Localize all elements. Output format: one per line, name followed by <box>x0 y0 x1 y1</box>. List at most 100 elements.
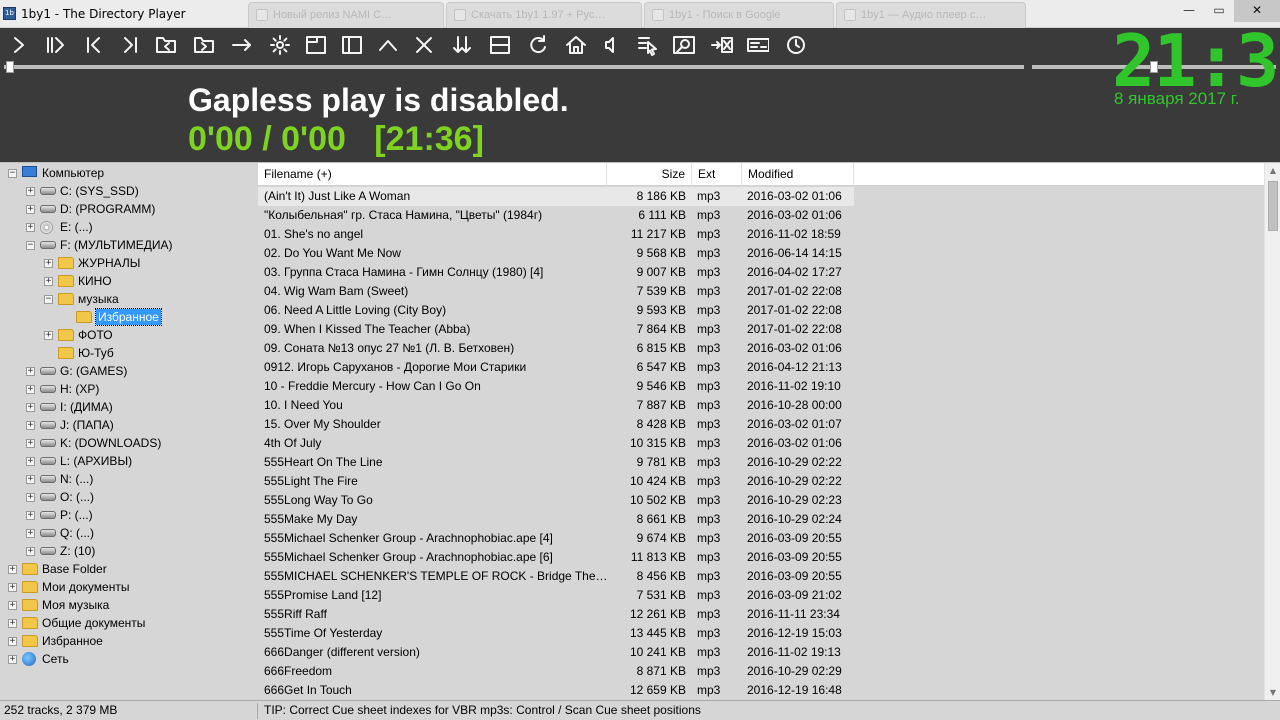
file-row[interactable]: 555Riff Raff 12 261 KB mp3 2016-11-11 23:34 <box>258 605 854 624</box>
expand-plus-icon[interactable]: + <box>26 367 35 376</box>
expand-plus-icon[interactable]: + <box>26 187 35 196</box>
file-row[interactable]: 555Michael Schenker Group - Arachnophobi… <box>258 548 854 567</box>
seek-handle[interactable] <box>6 61 14 73</box>
file-row[interactable]: 666Get In Touch 12 659 KB mp3 2016-12-19 16… <box>258 681 854 700</box>
tree-item[interactable]: + Мои документы <box>0 578 258 596</box>
scrollbar-thumb[interactable] <box>1268 181 1278 231</box>
sort-down-icon[interactable] <box>448 31 476 59</box>
tree-item[interactable]: + ФОТО <box>0 326 258 344</box>
tree-item[interactable]: + E: (...) <box>0 218 258 236</box>
search-icon[interactable] <box>670 31 698 59</box>
tree-item[interactable]: + Общие документы <box>0 614 258 632</box>
tree-item[interactable]: − F: (МУЛЬТИМЕДИА) <box>0 236 258 254</box>
expand-plus-icon[interactable]: + <box>8 601 17 610</box>
expand-plus-icon[interactable]: + <box>8 565 17 574</box>
expand-plus-icon[interactable]: + <box>8 619 17 628</box>
collapse-minus-icon[interactable]: − <box>26 241 35 250</box>
column-header-ext[interactable]: Ext <box>692 163 742 186</box>
file-row[interactable]: 09. When I Kissed The Teacher (Abba) 7 86… <box>258 320 854 339</box>
tree-item[interactable]: + Избранное <box>0 632 258 650</box>
file-row[interactable]: 666Danger (different version) 10 241 KB mp… <box>258 643 854 662</box>
expand-plus-icon[interactable]: + <box>26 511 35 520</box>
tree-item[interactable]: + Сеть <box>0 650 258 668</box>
file-row[interactable]: 555Long Way To Go 10 502 KB mp3 2016-10-29 … <box>258 491 854 510</box>
vertical-scrollbar[interactable]: ▲ ▼ <box>1264 163 1280 700</box>
expand-plus-icon[interactable]: + <box>8 655 17 664</box>
file-row[interactable]: 666Freedom 8 871 KB mp3 2016-10-29 02:29 <box>258 662 854 681</box>
side-panel-icon[interactable] <box>338 31 366 59</box>
select-cursor-icon[interactable] <box>634 31 662 59</box>
expand-plus-icon[interactable]: + <box>8 583 17 592</box>
expand-plus-icon[interactable]: + <box>26 205 35 214</box>
file-row[interactable]: 03. Группа Стаса Намина - Гимн Солнцу (1… <box>258 263 854 282</box>
window-layout-icon[interactable] <box>302 31 330 59</box>
play-icon[interactable] <box>4 31 32 59</box>
split-view-icon[interactable] <box>486 31 514 59</box>
browser-tab-3[interactable]: 1by1 - Поиск в Google <box>644 2 834 28</box>
tree-item[interactable]: + N: (...) <box>0 470 258 488</box>
file-row[interactable]: 15. Over My Shoulder 8 428 KB mp3 2016-03-0… <box>258 415 854 434</box>
tree-item[interactable]: + ЖУРНАЛЫ <box>0 254 258 272</box>
browser-tab-2[interactable]: Скачать 1by1 1.97 + Рус… <box>446 2 642 28</box>
column-header-modified[interactable]: Modified <box>742 163 854 186</box>
file-row[interactable]: 04. Wig Wam Bam (Sweet) 7 539 KB mp3 2017-0… <box>258 282 854 301</box>
timer-icon[interactable] <box>782 31 810 59</box>
file-row[interactable]: 555Promise Land [12] 7 531 KB mp3 2016-03-0… <box>258 586 854 605</box>
expand-plus-icon[interactable]: + <box>8 637 17 646</box>
file-row[interactable]: 555Make My Day 8 661 KB mp3 2016-10-29 02:2… <box>258 510 854 529</box>
tree-item[interactable]: + L: (АРХИВЫ) <box>0 452 258 470</box>
file-row[interactable]: 555MICHAEL SCHENKER'S TEMPLE OF ROCK - B… <box>258 567 854 586</box>
expand-plus-icon[interactable]: + <box>26 223 35 232</box>
expand-plus-icon[interactable]: + <box>26 547 35 556</box>
file-row[interactable]: 555Time Of Yesterday 13 445 KB mp3 2016-12-… <box>258 624 854 643</box>
speaker-icon[interactable] <box>598 31 626 59</box>
tree-item[interactable]: − музыка <box>0 290 258 308</box>
tree-item[interactable]: − Компьютер <box>0 164 258 182</box>
next-icon[interactable] <box>116 31 144 59</box>
tree-item[interactable]: + Base Folder <box>0 560 258 578</box>
collapse-minus-icon[interactable]: − <box>8 169 17 178</box>
refresh-icon[interactable] <box>524 31 552 59</box>
close-x-icon[interactable] <box>410 31 438 59</box>
expand-plus-icon[interactable]: + <box>26 403 35 412</box>
collapse-minus-icon[interactable]: − <box>44 295 53 304</box>
file-row[interactable]: 09. Соната №13 опус 27 №1 (Л. В. Бетхове… <box>258 339 854 358</box>
expand-plus-icon[interactable]: + <box>26 439 35 448</box>
scroll-down-arrow-icon[interactable]: ▼ <box>1265 685 1280 700</box>
expand-plus-icon[interactable]: + <box>44 331 53 340</box>
file-row[interactable]: 555Light The Fire 10 424 KB mp3 2016-10-29 … <box>258 472 854 491</box>
expand-plus-icon[interactable]: + <box>26 385 35 394</box>
settings-gear-icon[interactable] <box>266 31 294 59</box>
file-row[interactable]: 10. I Need You 7 887 KB mp3 2016-10-28 00:0… <box>258 396 854 415</box>
tree-item[interactable]: Ю-Туб <box>0 344 258 362</box>
expand-plus-icon[interactable]: + <box>26 457 35 466</box>
expand-plus-icon[interactable]: + <box>44 259 53 268</box>
file-row[interactable]: "Колыбельная" гр. Стаса Намина, "Цветы" … <box>258 206 854 225</box>
expand-plus-icon[interactable]: + <box>44 277 53 286</box>
tree-item[interactable]: + K: (DOWNLOADS) <box>0 434 258 452</box>
column-header-size[interactable]: Size <box>607 163 692 186</box>
tree-item[interactable]: + G: (GAMES) <box>0 362 258 380</box>
file-row[interactable]: 02. Do You Want Me Now 9 568 KB mp3 2016-06… <box>258 244 854 263</box>
file-row[interactable]: 10 - Freddie Mercury - How Can I Go On 9 … <box>258 377 854 396</box>
tree-item[interactable]: Избранное <box>0 308 258 326</box>
tree-item[interactable]: + J: (ПАПА) <box>0 416 258 434</box>
playlist-icon[interactable] <box>744 31 772 59</box>
expand-plus-icon[interactable]: + <box>26 421 35 430</box>
up-caret-icon[interactable] <box>374 31 402 59</box>
column-header-filename[interactable]: Filename (+) <box>258 163 607 186</box>
tree-item[interactable]: + C: (SYS_SSD) <box>0 182 258 200</box>
tree-item[interactable]: + H: (XP) <box>0 380 258 398</box>
tree-item[interactable]: + Q: (...) <box>0 524 258 542</box>
tree-item[interactable]: + КИНО <box>0 272 258 290</box>
seek-bar[interactable] <box>4 61 1024 73</box>
previous-icon[interactable] <box>80 31 108 59</box>
scroll-up-arrow-icon[interactable]: ▲ <box>1265 163 1280 179</box>
browser-tab-1[interactable]: Новый релиз NAMI C… <box>248 2 444 28</box>
remove-icon[interactable] <box>708 31 736 59</box>
browser-tab-4[interactable]: 1by1 — Аудио плеер с… <box>836 2 1026 28</box>
file-row[interactable]: 4th Of July 10 315 KB mp3 2016-03-02 01:06 <box>258 434 854 453</box>
tree-item[interactable]: + P: (...) <box>0 506 258 524</box>
back-folder-icon[interactable] <box>152 31 180 59</box>
jump-arrow-icon[interactable] <box>228 31 256 59</box>
